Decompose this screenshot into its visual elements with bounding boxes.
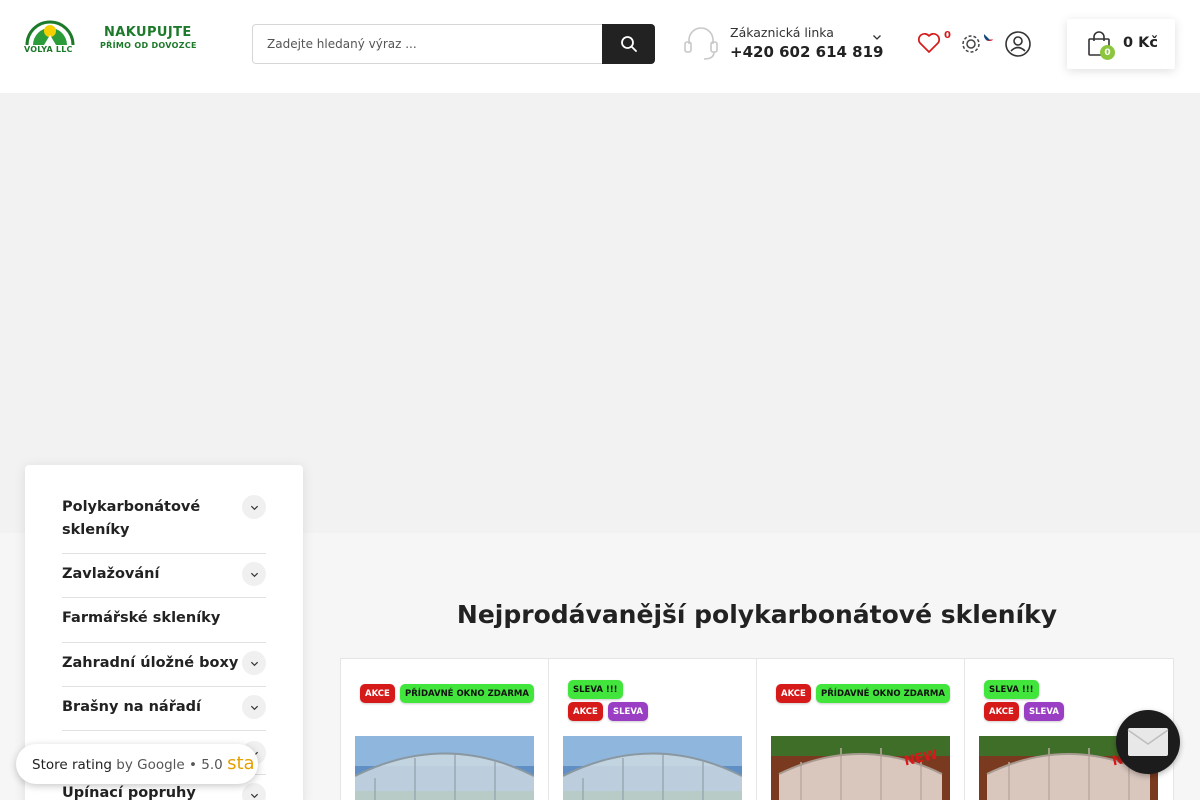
chat-button[interactable] bbox=[1116, 710, 1180, 774]
google-store-rating[interactable]: Store rating by Google • 5.0 sta bbox=[16, 744, 258, 784]
chevron-down-icon bbox=[873, 35, 881, 40]
headset-icon bbox=[684, 27, 718, 60]
category-expand-toggle[interactable] bbox=[242, 651, 266, 675]
product-image[interactable] bbox=[355, 736, 534, 800]
settings-button[interactable] bbox=[958, 30, 1000, 60]
rating-label: Store rating bbox=[32, 757, 112, 773]
search-input[interactable] bbox=[252, 24, 604, 64]
rating-stars: sta bbox=[227, 753, 255, 774]
logo-tagline-2: PŘÍMO OD DOVOZCE bbox=[100, 41, 197, 50]
rating-source: by Google bbox=[116, 757, 185, 773]
badge-sleva-promo: SLEVA !!! bbox=[984, 680, 1039, 699]
product-carousel: AKCE PŘÍDAVNÉ OKNO ZDARMA SLEVA !!! AKCE… bbox=[340, 658, 1174, 800]
heart-icon bbox=[917, 32, 941, 53]
badge-sleva: SLEVA bbox=[608, 702, 648, 721]
search-bar bbox=[252, 24, 655, 64]
chevron-down-icon bbox=[250, 661, 258, 666]
category-expand-toggle[interactable] bbox=[242, 783, 266, 800]
section-title: Nejprodávanější polykarbonátové skleníky bbox=[456, 600, 1058, 629]
hotline-phone[interactable]: +420 602 614 819 bbox=[730, 43, 883, 61]
chat-icon bbox=[1127, 728, 1169, 756]
category-expand-toggle[interactable] bbox=[242, 695, 266, 719]
badge-extra-window: PŘÍDAVNÉ OKNO ZDARMA bbox=[400, 684, 534, 703]
category-expand-toggle[interactable] bbox=[242, 562, 266, 586]
badge-sleva: SLEVA bbox=[1024, 702, 1064, 721]
user-icon bbox=[1005, 31, 1031, 57]
logo-tagline-1: NAKUPUJTE bbox=[104, 25, 192, 40]
category-item-zahradni-ulozne-boxy[interactable]: Zahradní úložné boxy bbox=[62, 643, 266, 687]
product-image[interactable]: NEW bbox=[771, 736, 950, 800]
category-item-brasny-na-naradi[interactable]: Brašny na nářadí bbox=[62, 687, 266, 731]
czech-flag-icon bbox=[984, 30, 995, 41]
logo-company: VOLYA LLC bbox=[24, 45, 73, 54]
category-label: Zahradní úložné boxy bbox=[62, 655, 239, 671]
badge-akce: AKCE bbox=[568, 702, 603, 721]
category-item-farmarske-skleniky[interactable]: Farmářské skleníky bbox=[62, 598, 266, 643]
category-label: Brašny na nářadí bbox=[62, 699, 201, 715]
category-expand-toggle[interactable] bbox=[242, 495, 266, 519]
search-icon bbox=[620, 36, 637, 52]
category-label: Farmářské skleníky bbox=[62, 610, 221, 626]
site-logo[interactable]: VOLYA LLC NAKUPUJTE PŘÍMO OD DOVOZCE bbox=[24, 18, 204, 58]
badge-sleva-promo: SLEVA !!! bbox=[568, 680, 623, 699]
account-button[interactable] bbox=[1004, 30, 1032, 58]
cart-total: 0 Kč bbox=[1123, 35, 1158, 51]
chevron-down-icon bbox=[250, 505, 258, 510]
product-card[interactable]: SLEVA !!! AKCE SLEVA bbox=[549, 659, 757, 800]
category-item-zavlazovani[interactable]: Zavlažování bbox=[62, 554, 266, 598]
product-image[interactable] bbox=[563, 736, 742, 800]
customer-hotline[interactable]: Zákaznická linka +420 602 614 819 bbox=[682, 24, 887, 64]
badge-akce: AKCE bbox=[984, 702, 1019, 721]
category-label: Upínací popruhy bbox=[62, 785, 196, 800]
cart-count-badge: 0 bbox=[1100, 45, 1115, 60]
hotline-label: Zákaznická linka bbox=[730, 25, 834, 40]
chevron-down-icon bbox=[250, 572, 258, 577]
site-header: VOLYA LLC NAKUPUJTE PŘÍMO OD DOVOZCE Zák… bbox=[0, 0, 1200, 93]
wishlist-count: 0 bbox=[944, 30, 951, 41]
rating-score: 5.0 bbox=[201, 757, 223, 773]
product-card[interactable]: AKCE PŘÍDAVNÉ OKNO ZDARMA NEW bbox=[757, 659, 965, 800]
chevron-down-icon bbox=[250, 705, 258, 710]
rating-separator: • bbox=[189, 757, 197, 773]
category-item-polykarbonatove-skleniky[interactable]: Polykarbonátové skleníky bbox=[62, 495, 266, 554]
category-label: Zavlažování bbox=[62, 566, 160, 582]
product-card[interactable]: AKCE PŘÍDAVNÉ OKNO ZDARMA bbox=[341, 659, 549, 800]
badge-extra-window: PŘÍDAVNÉ OKNO ZDARMA bbox=[816, 684, 950, 703]
cart-button[interactable]: 0 0 Kč bbox=[1067, 19, 1175, 69]
search-button[interactable] bbox=[602, 24, 655, 64]
badge-akce: AKCE bbox=[776, 684, 811, 703]
gear-icon bbox=[962, 35, 980, 53]
badge-akce: AKCE bbox=[360, 684, 395, 703]
wishlist-button[interactable]: 0 bbox=[916, 30, 952, 60]
chevron-down-icon bbox=[250, 793, 258, 798]
category-label: Polykarbonátové skleníky bbox=[62, 499, 201, 538]
